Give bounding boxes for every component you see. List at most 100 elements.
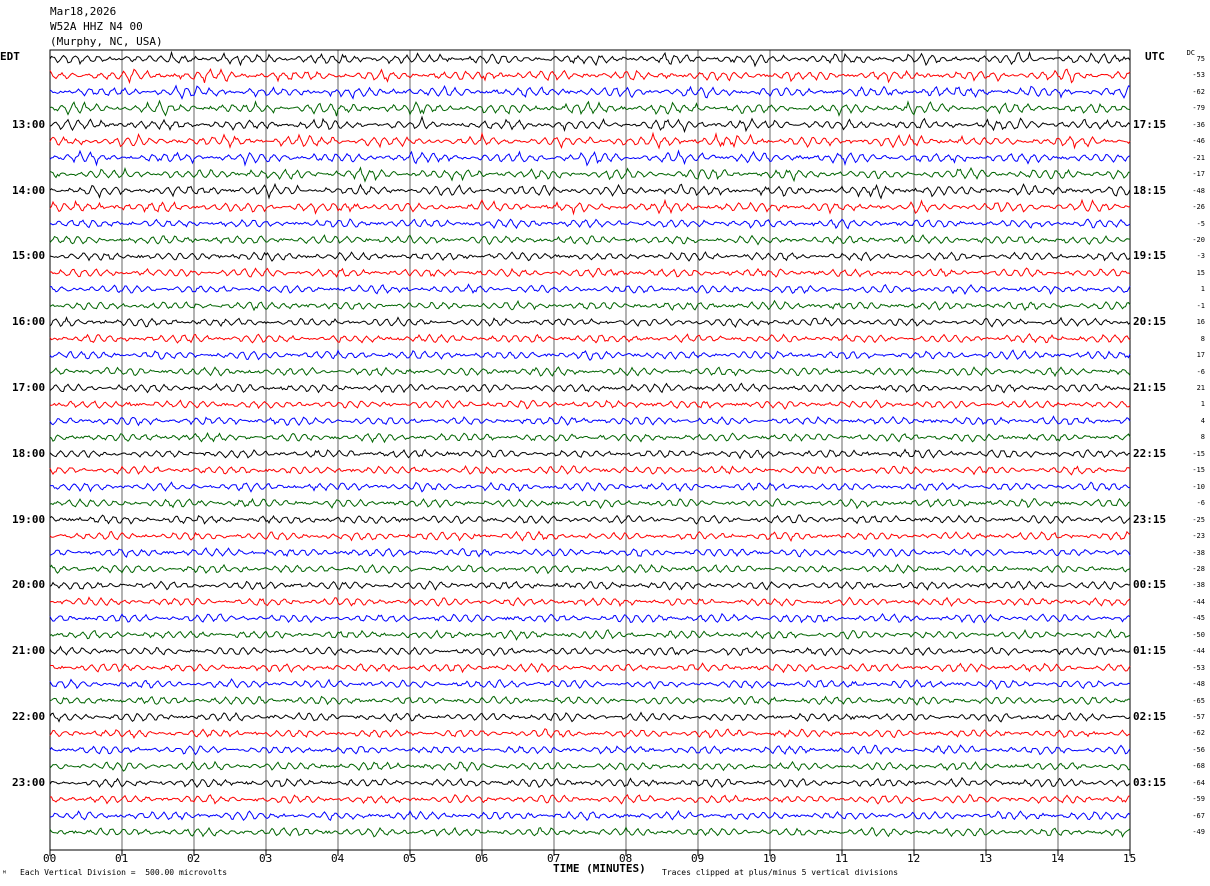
trace-line [49,67,1131,85]
trace-line [49,760,1131,773]
dc-offset-label: -38 [1192,581,1205,590]
x-tick-label: 12 [907,852,921,865]
dc-offset-label: 8 [1200,433,1205,442]
dc-offset-label: -15 [1192,466,1205,475]
x-tick-label: 01 [115,852,129,865]
right-hour-label: 18:15 [1133,183,1167,197]
trace-line [49,481,1130,493]
trace-line [49,333,1131,344]
trace-line [49,218,1131,230]
left-hour-label: 22:00 [12,710,46,723]
left-hour-label: 14:00 [12,183,46,197]
trace-line [49,299,1131,312]
dc-offset-label: -36 [1192,120,1205,129]
dc-offset-label: -15 [1192,449,1205,458]
dc-offset-label: -50 [1192,630,1205,639]
trace-line [49,514,1131,525]
trace-line [49,728,1131,740]
trace-line [49,415,1131,427]
trace-line [49,182,1131,200]
trace-line [49,115,1131,134]
left-hour-label: 16:00 [12,315,46,329]
x-tick-label: 11 [835,852,849,865]
trace-line [49,596,1131,608]
dc-offset-label: 16 [1196,318,1205,327]
dc-offset-label: -6 [1196,499,1205,508]
trace-line [49,645,1131,657]
left-hour-label: 18:00 [12,446,46,460]
right-hour-label: 02:15 [1133,710,1167,723]
dc-offset-label: -17 [1192,170,1205,179]
x-tick-label: 14 [1051,852,1065,865]
x-tick-label: 02 [187,852,201,865]
dc-offset-label: -65 [1192,696,1205,705]
right-hour-label: 00:15 [1133,578,1167,592]
dc-offset-label: -62 [1192,729,1205,738]
dc-offset-label: -20 [1192,235,1205,244]
x-tick-label: 04 [331,852,345,865]
dc-offset-label: 4 [1200,416,1205,425]
right-hour-label: 22:15 [1133,446,1167,460]
trace-line [49,464,1131,476]
trace-line [49,382,1131,394]
dc-offset-label: -79 [1192,104,1205,113]
trace-line [49,497,1131,510]
dc-offset-label: -5 [1196,219,1205,228]
dc-offset-label: -57 [1192,713,1205,721]
left-hour-label: 19:00 [12,512,46,526]
trace-line [49,628,1131,641]
dc-offset-label: -44 [1192,647,1205,656]
trace-line [49,316,1131,329]
x-tick-label: 05 [403,852,417,865]
dc-offset-label: -48 [1192,186,1205,195]
x-tick-label: 03 [259,852,273,865]
trace-line [49,399,1131,410]
dc-offset-label: -48 [1192,680,1205,689]
trace-line [49,809,1131,822]
trace-line [49,448,1131,460]
left-hour-label: 20:00 [12,578,46,592]
left-hour-label: 17:00 [12,381,46,394]
dc-offset-label: -10 [1192,482,1205,491]
dc-offset-label: -28 [1192,564,1205,573]
seismogram-plot [49,49,1131,856]
x-tick-label: 13 [979,852,993,865]
dc-offset-label: 15 [1196,268,1205,277]
dc-offset-label: -23 [1192,532,1205,541]
dc-offset-label: 21 [1196,384,1205,392]
trace-line [49,50,1131,68]
trace-line [49,695,1131,706]
dc-offset-label: -6 [1196,367,1205,376]
dc-offset-label: -25 [1192,515,1205,524]
trace-line [49,251,1131,262]
trace-line [49,711,1131,723]
dc-offset-label: -45 [1192,614,1205,623]
x-axis-title: TIME (MINUTES) [553,862,646,875]
right-hour-label: 17:15 [1133,117,1167,131]
left-hour-label: 13:00 [12,117,46,131]
dc-offset-label: -53 [1192,71,1205,80]
trace-line [49,826,1131,838]
trace-line [49,99,1131,117]
dc-offset-label: -38 [1192,548,1205,557]
dc-offset-label: -46 [1192,137,1205,146]
dc-offset-label: -64 [1192,778,1205,787]
x-tick-label: 06 [475,852,489,865]
trace-line [49,530,1131,542]
trace-line [49,776,1131,788]
trace-line [49,198,1131,216]
dc-offset-label: 1 [1200,400,1205,409]
trace-line [50,283,1131,295]
clip-note: Traces clipped at plus/minus 5 vertical … [662,868,899,877]
dc-offset-label: -44 [1192,597,1205,606]
x-tick-label: 09 [691,852,705,865]
dc-offset-label: -53 [1192,663,1205,672]
x-tick-label: 00 [43,852,57,865]
trace-line [49,793,1131,805]
dc-offset-label: -56 [1192,745,1205,754]
trace-line [49,563,1131,575]
right-hour-label: 23:15 [1133,512,1167,526]
left-hour-label: 21:00 [12,644,46,658]
left-hour-label: 15:00 [12,249,46,263]
x-tick-label: 15 [1123,852,1137,865]
